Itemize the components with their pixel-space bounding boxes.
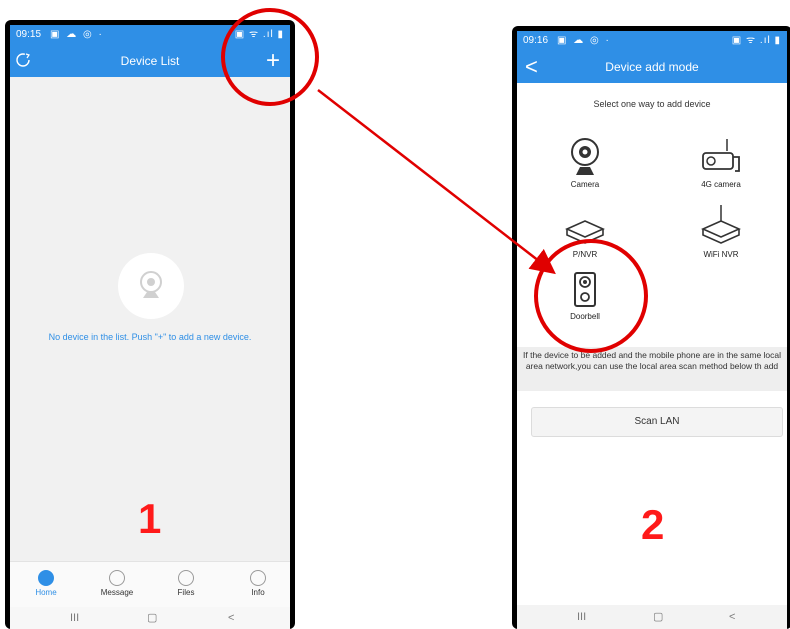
annotation-overlay <box>221 8 648 353</box>
highlight-circle-add <box>221 8 319 106</box>
highlight-circle-doorbell <box>534 239 648 353</box>
annotation-arrow <box>317 89 556 275</box>
